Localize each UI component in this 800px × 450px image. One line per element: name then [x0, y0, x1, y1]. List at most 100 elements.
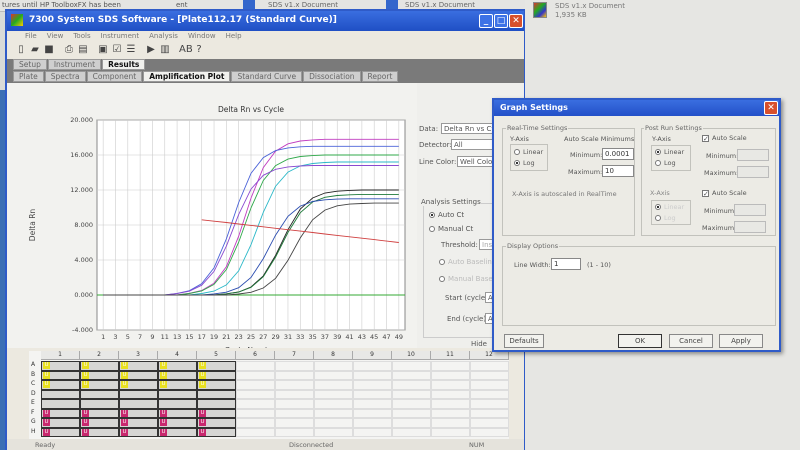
plate-well[interactable]: [470, 370, 509, 380]
menu-analysis[interactable]: Analysis: [149, 32, 178, 40]
pr-y-maximum-field[interactable]: [737, 166, 769, 178]
plate-well[interactable]: [275, 408, 314, 418]
plate-well[interactable]: U: [119, 418, 158, 428]
plate-well[interactable]: [353, 380, 392, 390]
tab-plate[interactable]: Plate: [13, 71, 44, 82]
plate-well[interactable]: U: [197, 380, 236, 390]
plate-well[interactable]: [275, 389, 314, 399]
plate-well[interactable]: [470, 408, 509, 418]
tab-report[interactable]: Report: [361, 71, 399, 82]
plate-well[interactable]: U: [158, 427, 197, 437]
column-header[interactable]: 2: [80, 351, 119, 360]
plate-well[interactable]: [314, 427, 353, 437]
cancel-button[interactable]: Cancel: [669, 334, 713, 348]
plate-well[interactable]: U: [41, 427, 80, 437]
menu-file[interactable]: File: [25, 32, 37, 40]
plate-well[interactable]: [392, 389, 431, 399]
manual-ct-radio[interactable]: Manual Ct: [429, 225, 473, 233]
plate-well[interactable]: [431, 418, 470, 428]
print-icon[interactable]: ⎙: [63, 44, 75, 56]
plate-well[interactable]: [470, 418, 509, 428]
plate-well[interactable]: U: [41, 408, 80, 418]
plate-well[interactable]: U: [80, 370, 119, 380]
plate-well[interactable]: [158, 389, 197, 399]
plate-well[interactable]: [431, 370, 470, 380]
amplification-plot[interactable]: 1 3 5 7 9 11 13 15 17 19 21 23 25 27 29 31 33 35 37 39 41 43 4…: [7, 83, 417, 355]
column-header[interactable]: 6: [236, 351, 275, 360]
plate-well[interactable]: U: [158, 380, 197, 390]
row-header[interactable]: E: [31, 399, 35, 406]
plate-well[interactable]: U: [119, 370, 158, 380]
row-header[interactable]: F: [31, 409, 34, 416]
plate-well[interactable]: [41, 389, 80, 399]
plate-well[interactable]: U: [41, 370, 80, 380]
minimize-button[interactable]: _: [479, 14, 493, 28]
auto-ct-radio[interactable]: Auto Ct: [429, 211, 464, 219]
tab-instrument[interactable]: Instrument: [47, 59, 102, 70]
plate-well[interactable]: U: [119, 427, 158, 437]
plate-well[interactable]: [470, 380, 509, 390]
column-header[interactable]: 7: [275, 351, 314, 360]
table-icon[interactable]: ☰: [125, 44, 137, 56]
plate-well[interactable]: [392, 370, 431, 380]
dialog-close-button[interactable]: ✕: [764, 101, 778, 115]
plate-well[interactable]: [353, 399, 392, 409]
plate-well[interactable]: [80, 399, 119, 409]
plate-well[interactable]: [392, 408, 431, 418]
column-header[interactable]: 5: [197, 351, 236, 360]
plate-well[interactable]: [275, 418, 314, 428]
print-preview-icon[interactable]: ▤: [77, 44, 89, 56]
plate-well[interactable]: [314, 399, 353, 409]
pr-x-maximum-field[interactable]: [734, 221, 766, 233]
plate-well[interactable]: [431, 389, 470, 399]
run-icon[interactable]: ▶: [145, 44, 157, 56]
plate-well[interactable]: [353, 427, 392, 437]
maximize-button[interactable]: □: [494, 14, 508, 28]
plate-well[interactable]: [158, 399, 197, 409]
row-header[interactable]: G: [31, 418, 36, 425]
plate-well[interactable]: [392, 427, 431, 437]
background-doc-2[interactable]: SDS v1.x Document: [405, 1, 475, 9]
rt-minimum-field[interactable]: 0.0001: [602, 148, 634, 160]
export-icon[interactable]: ▥: [159, 44, 171, 56]
help-icon[interactable]: ?: [193, 44, 205, 56]
plate-well[interactable]: U: [41, 380, 80, 390]
plate-well[interactable]: [353, 370, 392, 380]
row-header[interactable]: A: [31, 361, 35, 368]
plate-well[interactable]: [353, 361, 392, 371]
plate-well[interactable]: [275, 370, 314, 380]
plate-well[interactable]: [236, 361, 275, 371]
new-icon[interactable]: ▯: [15, 44, 27, 56]
plate-well[interactable]: [392, 380, 431, 390]
row-header[interactable]: B: [31, 371, 35, 378]
plate-well[interactable]: [41, 399, 80, 409]
plate-well[interactable]: [275, 380, 314, 390]
plate-well[interactable]: U: [80, 418, 119, 428]
plate-well[interactable]: U: [197, 427, 236, 437]
sds-file-icon[interactable]: [533, 2, 547, 18]
column-header[interactable]: 1: [41, 351, 80, 360]
plate-well[interactable]: U: [197, 370, 236, 380]
hide-label[interactable]: Hide: [471, 340, 487, 348]
row-header[interactable]: C: [31, 380, 35, 387]
plate-well[interactable]: [392, 418, 431, 428]
plate-well[interactable]: [470, 389, 509, 399]
tab-results[interactable]: Results: [102, 59, 146, 70]
column-header[interactable]: 10: [392, 351, 431, 360]
plate-well[interactable]: U: [158, 361, 197, 371]
plate-well[interactable]: U: [41, 418, 80, 428]
plate-well[interactable]: [431, 408, 470, 418]
plate-well[interactable]: U: [197, 418, 236, 428]
close-button[interactable]: ✕: [509, 14, 523, 28]
tab-component[interactable]: Component: [86, 71, 143, 82]
background-doc-1[interactable]: SDS v1.x Document: [268, 1, 338, 9]
plate-well[interactable]: [314, 408, 353, 418]
plate-well[interactable]: [119, 399, 158, 409]
plate-well[interactable]: [314, 370, 353, 380]
title-bar[interactable]: 7300 System SDS Software - [Plate112.17 …: [7, 11, 524, 31]
tab-spectra[interactable]: Spectra: [44, 71, 86, 82]
tab-amplification-plot[interactable]: Amplification Plot: [143, 71, 231, 82]
rt-maximum-field[interactable]: 10: [602, 165, 634, 177]
tab-setup[interactable]: Setup: [13, 59, 47, 70]
plate-well[interactable]: U: [80, 361, 119, 371]
